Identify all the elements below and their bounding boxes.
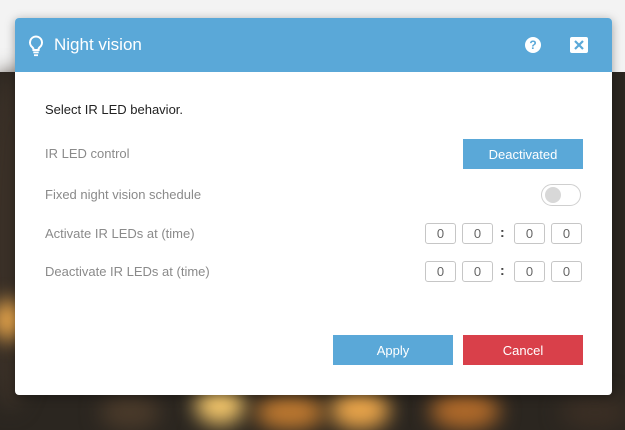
activate-time-label: Activate IR LEDs at (time): [45, 226, 195, 241]
lightbulb-icon: [29, 35, 43, 57]
close-x-icon[interactable]: [570, 37, 588, 53]
deactivate-hour-tens-input[interactable]: [425, 261, 456, 282]
deactivate-time-separator: :: [500, 262, 505, 278]
deactivate-minute-ones-input[interactable]: [551, 261, 582, 282]
activate-minute-ones-input[interactable]: [551, 223, 582, 244]
ir-led-control-label: IR LED control: [45, 146, 130, 161]
schedule-label: Fixed night vision schedule: [45, 187, 202, 202]
activate-hour-ones-input[interactable]: [462, 223, 493, 244]
dialog-title: Night vision: [54, 35, 142, 54]
deactivate-hour-ones-input[interactable]: [462, 261, 493, 282]
deactivate-minute-tens-input[interactable]: [514, 261, 545, 282]
schedule-toggle[interactable]: [541, 184, 581, 206]
help-glyph: ?: [529, 38, 537, 52]
deactivate-time-label: Deactivate IR LEDs at (time): [45, 264, 210, 279]
cancel-button[interactable]: Cancel: [463, 335, 583, 365]
night-vision-dialog: Night vision ? Select IR LED behavior. I…: [15, 18, 612, 395]
toggle-knob: [545, 187, 561, 203]
intro-text: Select IR LED behavior.: [45, 102, 184, 117]
ir-led-control-button[interactable]: Deactivated: [463, 139, 583, 169]
activate-hour-tens-input[interactable]: [425, 223, 456, 244]
dialog-header: Night vision ?: [15, 18, 612, 72]
apply-button[interactable]: Apply: [333, 335, 453, 365]
activate-minute-tens-input[interactable]: [514, 223, 545, 244]
activate-time-separator: :: [500, 224, 505, 240]
question-circle-icon[interactable]: ?: [525, 37, 541, 53]
